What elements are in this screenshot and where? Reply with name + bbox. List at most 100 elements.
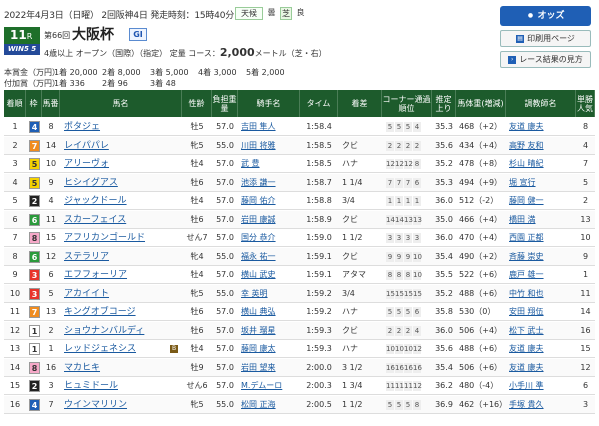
carried-weight: 57.0 — [216, 177, 234, 187]
jockey-link[interactable]: 岩田 康誠 — [241, 211, 300, 229]
corner-position: 5 — [395, 307, 403, 317]
jockey-link[interactable]: 福永 祐一 — [241, 248, 300, 266]
finish-time: 1:59.3 — [306, 325, 332, 335]
trainer-link[interactable]: 藤岡 健一 — [509, 192, 576, 210]
print-page-button[interactable]: ▤ 印刷用ページ — [500, 30, 591, 47]
trainer-link[interactable]: 斉藤 崇史 — [509, 248, 576, 266]
sex-age: 牡9 — [190, 362, 204, 372]
corner-positions: 5554 — [386, 118, 432, 136]
column-header: 馬体重(増減) — [456, 90, 506, 117]
horse-name-link[interactable]: マカヒキ — [64, 359, 182, 377]
finish-rank: 5 — [12, 196, 18, 205]
jockey-link[interactable]: 幸 英明 — [241, 285, 300, 303]
horse-name-link[interactable]: レッドジェネシス — [64, 340, 182, 358]
trainer-link[interactable]: 友道 康夫 — [509, 340, 576, 358]
popularity: 11 — [580, 288, 591, 298]
jockey-link[interactable]: 横山 典弘 — [241, 303, 300, 321]
trainer-link[interactable]: 西園 正都 — [509, 229, 576, 247]
body-weight: 488（+6） — [459, 344, 503, 353]
distance-suffix: メートル（芝・右） — [254, 49, 327, 58]
jockey-link[interactable]: 坂井 瑠星 — [241, 322, 300, 340]
gate-number: 3 — [29, 287, 40, 300]
corner-position: 5 — [395, 122, 403, 132]
table-row: 15 2 3 ヒュミドール せん6 57.0 M.デムーロ 2:00.3 1 3/4 111111… — [4, 377, 595, 395]
trainer-link[interactable]: 手塚 貴久 — [509, 396, 576, 414]
race-conditions: 4歳以上 オープン（国際）（指定） 定量 コース：2,000メートル（芝・右） — [44, 46, 327, 59]
last-3f: 35.4 — [435, 362, 453, 372]
trainer-link[interactable]: 鹿戸 雄一 — [509, 266, 576, 284]
popularity: 3 — [582, 399, 589, 409]
body-weight: 478（+8） — [459, 159, 503, 168]
horse-name-link[interactable]: キングオブコージ — [64, 303, 182, 321]
table-row: 11 7 13 キングオブコージ 牡6 57.0 横山 典弘 1:59.2 ハナ 5 5 5 6 35.8… — [4, 303, 595, 321]
trainer-link[interactable]: 安田 翔伍 — [509, 303, 576, 321]
gate-number: 8 — [29, 232, 40, 244]
trainer-link[interactable]: 松下 武士 — [509, 322, 576, 340]
corner-position: 10 — [413, 270, 422, 280]
gate-number: 5 — [29, 176, 40, 189]
horse-name-link[interactable]: エフフォーリア — [64, 266, 182, 284]
trainer-link[interactable]: 橋田 満 — [509, 211, 576, 229]
prize-item: 3着 5,000 — [150, 68, 189, 77]
jockey-link[interactable]: 国分 恭介 — [241, 229, 300, 247]
horse-name-link[interactable]: アカイイト — [64, 285, 182, 303]
corner-position: 5 — [404, 122, 412, 132]
carried-weight: 57.0 — [216, 159, 234, 168]
margin: クビ — [342, 325, 358, 335]
trainer-link[interactable]: 杉山 晴紀 — [509, 155, 576, 173]
result-guide-label: レース結果の見方 — [519, 55, 583, 64]
horse-name-link[interactable]: レイパパレ — [64, 137, 182, 155]
gate-number: 7 — [29, 306, 40, 318]
jockey-link[interactable]: 武 豊 — [241, 155, 300, 173]
horse-name-link[interactable]: ショウナンバルディ — [64, 322, 182, 340]
last-3f: 35.8 — [435, 307, 453, 316]
corner-position: 8 — [413, 399, 421, 410]
corner-position: 3 — [395, 233, 403, 243]
trainer-link[interactable]: 友道 康夫 — [509, 359, 576, 377]
sex-age: せん6 — [186, 381, 208, 390]
horse-name-link[interactable]: ステラリア — [64, 248, 182, 266]
margin: クビ — [342, 214, 358, 224]
corner-position: 12 — [404, 159, 413, 169]
race-number: 11 — [10, 28, 27, 42]
trainer-link[interactable]: 小手川 準 — [509, 377, 576, 395]
horse-name-link[interactable]: ジャックドール — [64, 192, 182, 210]
prize-item: 4着 3,000 — [198, 68, 237, 77]
corner-position: 15 — [386, 288, 395, 299]
jockey-link[interactable]: 藤岡 康太 — [241, 340, 300, 358]
margin — [342, 118, 382, 136]
horse-number: 7 — [48, 399, 54, 409]
jockey-link[interactable]: 松岡 正海 — [241, 396, 300, 414]
trainer-link[interactable]: 中竹 和也 — [509, 285, 576, 303]
sex-age: 牡4 — [190, 270, 204, 279]
corner-position: 2 — [404, 325, 412, 336]
horse-name-link[interactable]: ヒュミドール — [64, 377, 182, 395]
sex-age: せん7 — [186, 233, 208, 242]
horse-number: 4 — [48, 196, 54, 205]
horse-name-link[interactable]: スカーフェイス — [64, 211, 182, 229]
popularity: 16 — [580, 325, 591, 335]
jockey-link[interactable]: 川田 将雅 — [241, 137, 300, 155]
jockey-link[interactable]: 横山 武史 — [241, 266, 300, 284]
result-guide-button[interactable]: › レース結果の見方 — [500, 51, 591, 68]
odds-button[interactable]: ● オッズ — [500, 6, 591, 26]
corner-positions: 16161616 — [386, 359, 432, 377]
popularity: 9 — [582, 251, 589, 261]
body-weight: 468（+2） — [459, 122, 503, 131]
horse-name-link[interactable]: アフリカンゴールド — [64, 229, 182, 247]
corner-position: 4 — [413, 122, 421, 132]
jockey-link[interactable]: 吉田 隼人 — [241, 118, 300, 136]
jockey-link[interactable]: M.デムーロ — [241, 377, 300, 395]
jockey-link[interactable]: 岩田 望来 — [241, 359, 300, 377]
horse-name-link[interactable]: ヒシイグアス — [64, 174, 182, 192]
trainer-link[interactable]: 堀 宣行 — [509, 174, 576, 192]
horse-name-link[interactable]: ウインマリリン — [64, 396, 182, 414]
trainer-link[interactable]: 高野 友和 — [509, 137, 576, 155]
horse-name-link[interactable]: ポタジェ — [64, 118, 182, 136]
horse-number: 11 — [45, 214, 57, 224]
jockey-link[interactable]: 藤岡 佑介 — [241, 192, 300, 210]
jockey-link[interactable]: 池添 謙一 — [241, 174, 300, 192]
horse-name-link[interactable]: アリーヴォ — [64, 155, 182, 173]
trainer-link[interactable]: 友道 康夫 — [509, 118, 576, 136]
last-3f: 35.3 — [435, 122, 453, 131]
